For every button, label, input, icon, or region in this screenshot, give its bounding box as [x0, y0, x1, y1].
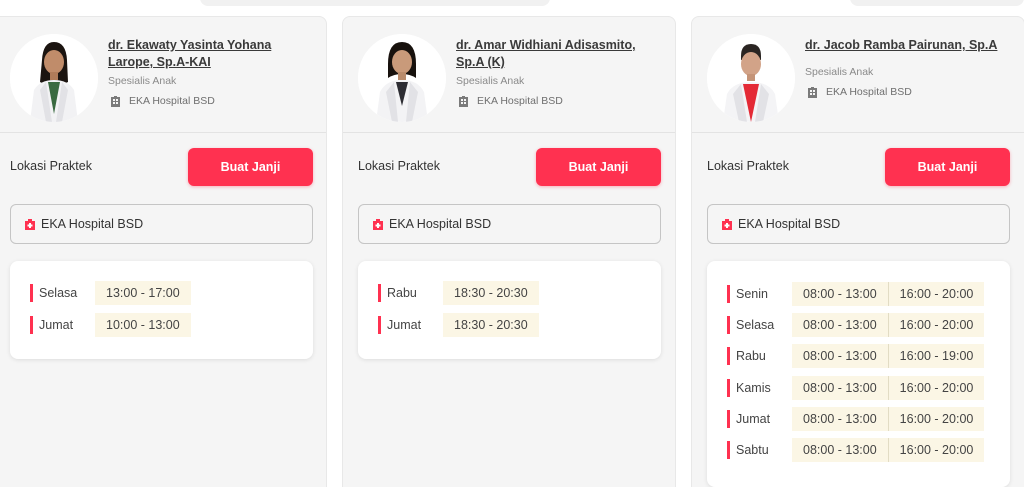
schedule-row: Rabu 08:00 - 13:00 16:00 - 19:00	[727, 344, 985, 368]
building-icon	[111, 95, 120, 107]
schedule-panel: Selasa 13:00 - 17:00 Jumat 10:00 - 13:00	[10, 261, 313, 359]
time-slot[interactable]: 16:00 - 20:00	[887, 282, 985, 306]
day-marker	[378, 284, 381, 302]
location-label: Lokasi Praktek	[707, 159, 789, 173]
time-slot[interactable]: 16:00 - 20:00	[887, 438, 985, 462]
doctor-hospital-label: EKA Hospital BSD	[826, 86, 912, 98]
schedule-row: Senin 08:00 - 13:00 16:00 - 20:00	[727, 282, 985, 306]
top-strip	[0, 0, 1024, 8]
time-slot[interactable]: 08:00 - 13:00	[792, 376, 888, 400]
doctor-specialty: Spesialis Anak	[805, 66, 874, 78]
building-icon	[808, 86, 817, 98]
doctor-name-link[interactable]: dr. Jacob Ramba Pairunan, Sp.A	[805, 37, 1014, 54]
time-slot[interactable]: 13:00 - 17:00	[95, 281, 191, 305]
schedule-row: Jumat 10:00 - 13:00	[30, 313, 191, 337]
location-name: EKA Hospital BSD	[41, 217, 144, 231]
day-marker	[727, 347, 730, 365]
hospital-icon	[722, 218, 732, 230]
doctor-hospital: EKA Hospital BSD	[108, 95, 215, 107]
schedule-panel: Rabu 18:30 - 20:30 Jumat 18:30 - 20:30	[358, 261, 661, 359]
schedule-day: Jumat	[39, 318, 74, 332]
doctor-avatar	[707, 34, 795, 122]
schedule-row: Jumat 18:30 - 20:30	[378, 313, 539, 337]
doctor-hospital-label: EKA Hospital BSD	[477, 95, 563, 107]
doctor-specialty: Spesialis Anak	[456, 75, 525, 87]
time-slot[interactable]: 18:30 - 20:30	[443, 313, 539, 337]
doctor-name-link[interactable]: dr. Amar Widhiani Adisasmito, Sp.A (K)	[456, 37, 665, 71]
schedule-day: Kamis	[736, 381, 771, 395]
schedule-panel: Senin 08:00 - 13:00 16:00 - 20:00 Selasa…	[707, 261, 1010, 487]
schedule-day: Jumat	[387, 318, 422, 332]
location-name: EKA Hospital BSD	[738, 217, 841, 231]
doctor-avatar	[10, 34, 98, 122]
schedule-day: Senin	[736, 287, 768, 301]
schedule-row: Rabu 18:30 - 20:30	[378, 281, 539, 305]
top-tab-strip	[850, 0, 1024, 6]
time-slot[interactable]: 10:00 - 13:00	[95, 313, 191, 337]
time-slot[interactable]: 08:00 - 13:00	[792, 282, 888, 306]
day-marker	[727, 441, 730, 459]
location-label: Lokasi Praktek	[358, 159, 440, 173]
doctor-specialty: Spesialis Anak	[108, 75, 177, 87]
schedule-row: Selasa 13:00 - 17:00	[30, 281, 191, 305]
day-marker	[30, 316, 33, 334]
hospital-icon	[373, 218, 383, 230]
make-appointment-button[interactable]: Buat Janji	[536, 148, 661, 186]
doctor-hospital-label: EKA Hospital BSD	[129, 95, 215, 107]
doctor-card-header: dr. Amar Widhiani Adisasmito, Sp.A (K) S…	[343, 17, 675, 133]
doctor-card-header: dr. Jacob Ramba Pairunan, Sp.A Spesialis…	[692, 17, 1024, 133]
time-slot[interactable]: 18:30 - 20:30	[443, 281, 539, 305]
day-marker	[727, 410, 730, 428]
top-tab-strip	[200, 0, 550, 6]
doctor-card-header: dr. Ekawaty Yasinta Yohana Larope, Sp.A-…	[0, 17, 326, 133]
doctor-photo-icon	[358, 34, 446, 122]
schedule-day: Rabu	[736, 349, 766, 363]
time-slot[interactable]: 16:00 - 19:00	[887, 344, 985, 368]
day-marker	[727, 379, 730, 397]
building-icon	[459, 95, 468, 107]
schedule-row: Sabtu 08:00 - 13:00 16:00 - 20:00	[727, 438, 985, 462]
schedule-row: Kamis 08:00 - 13:00 16:00 - 20:00	[727, 376, 985, 400]
doctor-card: dr. Ekawaty Yasinta Yohana Larope, Sp.A-…	[0, 16, 327, 487]
doctor-photo-icon	[10, 34, 98, 122]
hospital-icon	[25, 218, 35, 230]
schedule-row: Jumat 08:00 - 13:00 16:00 - 20:00	[727, 407, 985, 431]
doctor-card: dr. Jacob Ramba Pairunan, Sp.A Spesialis…	[691, 16, 1024, 487]
schedule-day: Sabtu	[736, 443, 769, 457]
doctor-photo-icon	[707, 34, 795, 122]
schedule-row: Selasa 08:00 - 13:00 16:00 - 20:00	[727, 313, 985, 337]
doctor-hospital: EKA Hospital BSD	[456, 95, 563, 107]
time-slot[interactable]: 16:00 - 20:00	[887, 407, 985, 431]
location-name: EKA Hospital BSD	[389, 217, 492, 231]
schedule-day: Rabu	[387, 286, 417, 300]
make-appointment-button[interactable]: Buat Janji	[188, 148, 313, 186]
day-marker	[727, 316, 730, 334]
location-label: Lokasi Praktek	[10, 159, 92, 173]
location-select[interactable]: EKA Hospital BSD	[707, 204, 1010, 244]
time-slot[interactable]: 16:00 - 20:00	[887, 376, 985, 400]
make-appointment-button[interactable]: Buat Janji	[885, 148, 1010, 186]
time-slot[interactable]: 08:00 - 13:00	[792, 344, 888, 368]
schedule-day: Selasa	[736, 318, 775, 332]
time-slot[interactable]: 08:00 - 13:00	[792, 313, 888, 337]
location-select[interactable]: EKA Hospital BSD	[358, 204, 661, 244]
doctor-card: dr. Amar Widhiani Adisasmito, Sp.A (K) S…	[342, 16, 676, 487]
doctor-hospital: EKA Hospital BSD	[805, 86, 912, 98]
time-slot[interactable]: 08:00 - 13:00	[792, 438, 888, 462]
day-marker	[378, 316, 381, 334]
schedule-day: Selasa	[39, 286, 78, 300]
doctor-name-link[interactable]: dr. Ekawaty Yasinta Yohana Larope, Sp.A-…	[108, 37, 316, 71]
doctor-avatar	[358, 34, 446, 122]
location-select[interactable]: EKA Hospital BSD	[10, 204, 313, 244]
day-marker	[727, 285, 730, 303]
day-marker	[30, 284, 33, 302]
time-slot[interactable]: 08:00 - 13:00	[792, 407, 888, 431]
time-slot[interactable]: 16:00 - 20:00	[887, 313, 985, 337]
schedule-day: Jumat	[736, 412, 771, 426]
